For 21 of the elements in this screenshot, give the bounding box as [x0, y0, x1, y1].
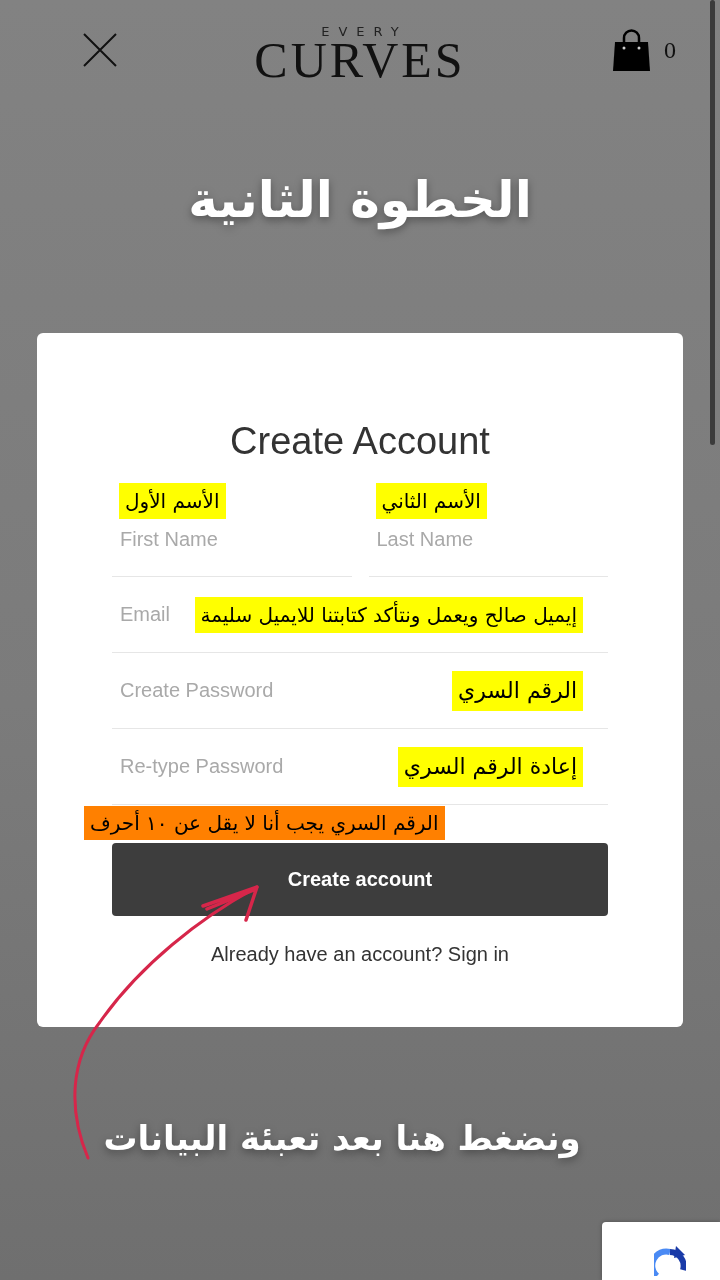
create-account-button[interactable]: Create account — [112, 843, 608, 916]
scrollbar-thumb[interactable] — [710, 0, 715, 445]
input-field[interactable]: Last Name — [368, 519, 608, 577]
annotation-label: إعادة الرقم السري — [397, 747, 583, 787]
annotation-label: الأسم الثاني — [375, 483, 487, 519]
form-title: Create Account — [229, 419, 491, 464]
shopping-bag-icon[interactable] — [613, 29, 650, 71]
annotation-label: الأسم الأول — [119, 483, 226, 519]
annotation-label: إيميل صالح ويعمل ونتأكد كتابتنا للايميل سليمة — [194, 597, 583, 633]
step-title: الخطوة الثانية — [188, 170, 532, 232]
input-field[interactable]: First Name — [112, 519, 352, 577]
sign-in-link[interactable]: Sign in — [447, 943, 509, 965]
circular-arrow-icon — [654, 1246, 686, 1276]
annotation-label: الرقم السري — [452, 671, 583, 711]
hint-text: ونضغط هنا بعد تعبئة البيانات — [103, 1117, 581, 1161]
logo-text[interactable]: CURVES — [254, 39, 466, 81]
annotation-note: الرقم السري يجب أنا لا يقل عن ١٠ أحرف — [84, 806, 445, 840]
close-icon[interactable] — [83, 33, 117, 67]
sign-in-prompt: Already have an account? — [211, 943, 443, 965]
logo-small-text: EVERY — [321, 25, 408, 39]
cart-count: 0 — [664, 36, 676, 64]
